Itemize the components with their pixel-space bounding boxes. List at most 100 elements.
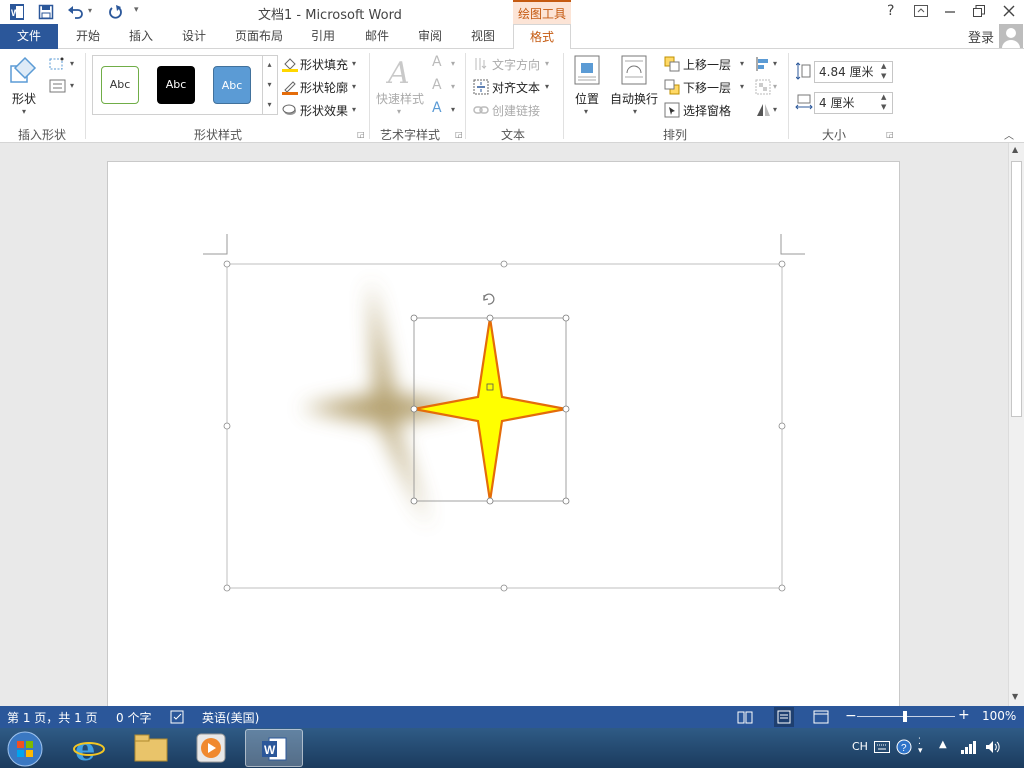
text-outline-icon[interactable]: A bbox=[432, 77, 442, 93]
shape-width-icon[interactable] bbox=[795, 94, 813, 110]
shape-effects-icon[interactable] bbox=[282, 102, 298, 118]
shape-style-sample-black[interactable]: Abc bbox=[157, 66, 195, 104]
help-circle-icon[interactable]: ? bbox=[896, 739, 912, 755]
text-box-icon[interactable] bbox=[49, 79, 67, 93]
ribbon-display-options-icon[interactable] bbox=[914, 5, 928, 17]
quick-styles-icon[interactable]: A bbox=[386, 55, 416, 87]
quick-styles-dropdown-icon[interactable]: ▾ bbox=[397, 107, 401, 116]
text-fill-icon[interactable]: A bbox=[432, 54, 442, 70]
text-outline-dropdown-icon[interactable]: ▾ bbox=[451, 82, 455, 91]
media-player-icon[interactable] bbox=[196, 733, 226, 763]
read-mode-icon[interactable] bbox=[737, 710, 753, 724]
tab-page-layout[interactable]: 页面布局 bbox=[226, 24, 292, 49]
close-icon[interactable] bbox=[1002, 4, 1016, 18]
tab-review[interactable]: 审阅 bbox=[406, 24, 454, 49]
scroll-down-icon[interactable]: ▼ bbox=[1012, 692, 1018, 701]
tab-format[interactable]: 格式 bbox=[513, 24, 571, 50]
scroll-up-icon[interactable]: ▲ bbox=[1012, 145, 1018, 154]
tab-file[interactable]: 文件 bbox=[0, 24, 58, 49]
text-box-dropdown-icon[interactable]: ▾ bbox=[70, 81, 74, 90]
shape-effects-dropdown-icon[interactable]: ▾ bbox=[352, 105, 356, 114]
align-text-button[interactable]: 对齐文本 bbox=[492, 79, 540, 96]
shape-style-sample-blue[interactable]: Abc bbox=[213, 66, 251, 104]
shape-fill-button[interactable]: 形状填充 bbox=[300, 56, 348, 73]
proofing-icon[interactable] bbox=[170, 710, 186, 724]
vertical-scrollbar[interactable]: ▲ ▼ bbox=[1008, 143, 1024, 706]
edit-shape-dropdown-icon[interactable]: ▾ bbox=[70, 59, 74, 68]
shape-styles-dialog-launcher-icon[interactable]: ◲ bbox=[357, 130, 365, 139]
network-icon[interactable] bbox=[960, 740, 978, 754]
print-layout-icon[interactable] bbox=[774, 707, 794, 727]
zoom-in-icon[interactable]: + bbox=[958, 707, 970, 723]
create-link-button[interactable]: 创建链接 bbox=[492, 102, 540, 119]
zoom-level[interactable]: 100% bbox=[982, 709, 1016, 723]
help-button[interactable]: ? bbox=[887, 3, 894, 19]
bring-forward-button[interactable]: 上移一层 bbox=[683, 56, 731, 73]
shapes-button[interactable]: 形状 bbox=[12, 90, 36, 107]
rotate-objects-dropdown-icon[interactable]: ▾ bbox=[773, 105, 777, 114]
shape-effects-button[interactable]: 形状效果 bbox=[300, 102, 348, 119]
collapse-ribbon-icon[interactable]: ︿ bbox=[1004, 127, 1014, 142]
taskbar-word-button[interactable]: W bbox=[245, 729, 303, 767]
keyboard-icon[interactable] bbox=[874, 741, 890, 753]
position-icon[interactable] bbox=[574, 55, 600, 85]
minimize-icon[interactable] bbox=[943, 5, 957, 17]
align-text-icon[interactable] bbox=[473, 79, 489, 95]
group-objects-dropdown-icon[interactable]: ▾ bbox=[773, 82, 777, 91]
rotate-objects-icon[interactable] bbox=[755, 102, 771, 118]
shapes-icon[interactable] bbox=[9, 56, 41, 86]
shape-height-spinner[interactable]: ▲ ▼ bbox=[881, 61, 886, 81]
drawing-canvas[interactable] bbox=[0, 143, 1008, 706]
tab-view[interactable]: 视图 bbox=[459, 24, 507, 49]
send-backward-icon[interactable] bbox=[664, 79, 680, 95]
customize-qat-icon[interactable]: ▾ bbox=[134, 5, 139, 15]
signin-link[interactable]: 登录 bbox=[968, 27, 994, 46]
ime-indicator[interactable]: CH bbox=[852, 740, 868, 753]
shape-outline-button[interactable]: 形状轮廓 bbox=[300, 79, 348, 96]
group-objects-icon[interactable] bbox=[755, 79, 771, 95]
gallery-scroll[interactable]: ▴ ▾ ▾ bbox=[262, 55, 276, 115]
size-dialog-launcher-icon[interactable]: ◲ bbox=[886, 130, 894, 139]
tab-references[interactable]: 引用 bbox=[299, 24, 347, 49]
wrap-text-icon[interactable] bbox=[621, 55, 647, 85]
edit-shape-icon[interactable] bbox=[49, 57, 67, 71]
bring-forward-dropdown-icon[interactable]: ▾ bbox=[740, 59, 744, 68]
wordart-dialog-launcher-icon[interactable]: ◲ bbox=[455, 130, 463, 139]
align-text-dropdown-icon[interactable]: ▾ bbox=[545, 82, 549, 91]
position-dropdown-icon[interactable]: ▾ bbox=[584, 107, 588, 116]
shapes-dropdown-icon[interactable]: ▾ bbox=[22, 107, 26, 116]
wrap-text-dropdown-icon[interactable]: ▾ bbox=[633, 107, 637, 116]
wrap-text-button[interactable]: 自动换行 bbox=[610, 90, 658, 107]
word-count[interactable]: 0 个字 bbox=[116, 709, 151, 726]
web-layout-icon[interactable] bbox=[813, 710, 829, 724]
internet-explorer-icon[interactable]: e bbox=[72, 731, 106, 765]
user-avatar-icon[interactable] bbox=[999, 24, 1023, 48]
text-fill-dropdown-icon[interactable]: ▾ bbox=[451, 59, 455, 68]
tab-mailings[interactable]: 邮件 bbox=[353, 24, 401, 49]
shape-outline-dropdown-icon[interactable]: ▾ bbox=[352, 82, 356, 91]
create-link-icon[interactable] bbox=[473, 102, 489, 118]
align-objects-icon[interactable] bbox=[755, 56, 771, 72]
language-indicator[interactable]: 英语(美国) bbox=[202, 709, 259, 726]
page-count[interactable]: 第 1 页，共 1 页 bbox=[7, 709, 98, 726]
selection-pane-icon[interactable] bbox=[664, 102, 680, 118]
shape-width-spinner[interactable]: ▲ ▼ bbox=[881, 92, 886, 112]
text-direction-button[interactable]: 文字方向 bbox=[492, 56, 540, 73]
start-button-icon[interactable] bbox=[6, 730, 44, 768]
zoom-slider-thumb[interactable] bbox=[903, 711, 907, 722]
tab-home[interactable]: 开始 bbox=[64, 24, 112, 49]
restore-icon[interactable] bbox=[972, 4, 986, 18]
selection-pane-button[interactable]: 选择窗格 bbox=[683, 102, 731, 119]
shape-height-icon[interactable] bbox=[796, 62, 812, 80]
show-hidden-icons-icon[interactable]: ▲ bbox=[939, 739, 947, 750]
shape-fill-dropdown-icon[interactable]: ▾ bbox=[352, 59, 356, 68]
position-button[interactable]: 位置 bbox=[575, 90, 599, 107]
scroll-thumb[interactable] bbox=[1011, 161, 1022, 417]
tab-design[interactable]: 设计 bbox=[170, 24, 218, 49]
shape-fill-icon[interactable] bbox=[282, 56, 298, 72]
send-backward-dropdown-icon[interactable]: ▾ bbox=[740, 82, 744, 91]
bring-forward-icon[interactable] bbox=[664, 56, 680, 72]
text-direction-icon[interactable] bbox=[473, 56, 489, 72]
align-objects-dropdown-icon[interactable]: ▾ bbox=[773, 59, 777, 68]
file-explorer-icon[interactable] bbox=[134, 733, 168, 763]
